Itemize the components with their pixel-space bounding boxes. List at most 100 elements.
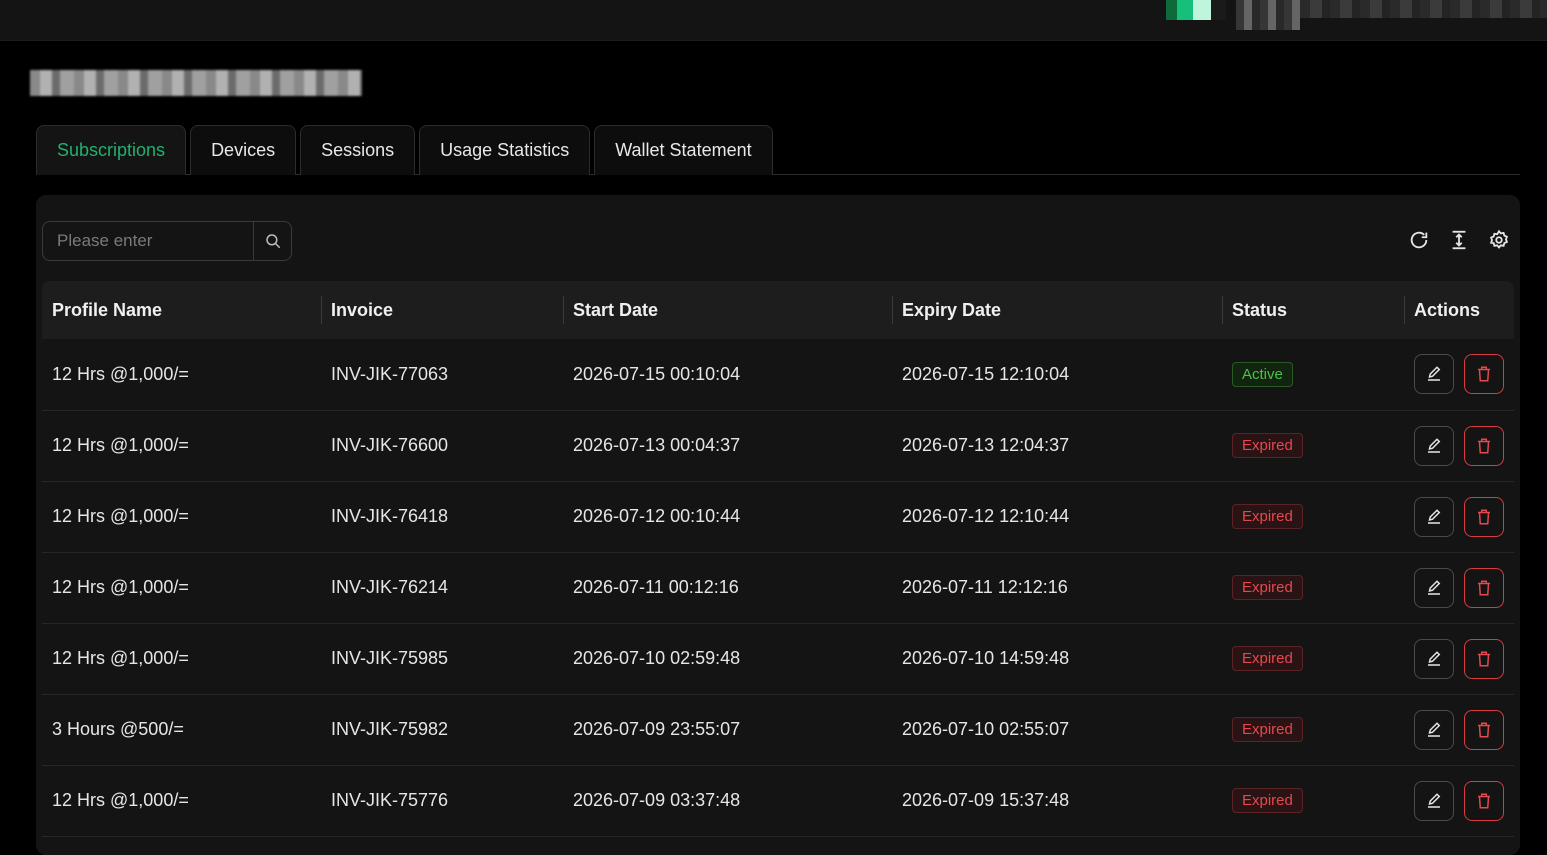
- cell-invoice: INV-JIK-76214: [321, 552, 563, 624]
- cell-actions: [1404, 623, 1514, 695]
- table-row[interactable]: 12 Hrs @1,000/= INV-JIK-75985 2026-07-10…: [42, 623, 1514, 695]
- trash-icon: [1478, 651, 1490, 666]
- delete-button[interactable]: [1464, 638, 1504, 679]
- cell-start-date: 2026-07-12 00:10:44: [563, 481, 892, 553]
- delete-button[interactable]: [1464, 496, 1504, 537]
- column-header-status[interactable]: Status: [1222, 281, 1404, 339]
- refresh-icon: [1410, 231, 1428, 249]
- delete-button[interactable]: [1464, 780, 1504, 821]
- subscriptions-panel: Profile Name Invoice Start Date Expiry D…: [36, 195, 1520, 855]
- status-badge: Expired: [1232, 433, 1303, 458]
- cell-status: Expired: [1222, 552, 1404, 624]
- edit-icon: [1428, 366, 1441, 381]
- edit-icon: [1428, 650, 1441, 666]
- trash-icon: [1478, 509, 1490, 524]
- edit-button[interactable]: [1414, 425, 1454, 466]
- edit-button[interactable]: [1414, 638, 1454, 679]
- status-badge: Expired: [1232, 646, 1303, 671]
- status-badge: Active: [1232, 361, 1293, 387]
- trash-icon: [1478, 580, 1490, 595]
- cell-actions: [1404, 339, 1514, 411]
- subscriptions-table: Profile Name Invoice Start Date Expiry D…: [42, 281, 1514, 837]
- tab-subscriptions[interactable]: Subscriptions: [36, 125, 187, 175]
- edit-icon: [1428, 792, 1441, 808]
- column-header-expiry-date[interactable]: Expiry Date: [892, 281, 1222, 339]
- cell-start-date: 2026-07-15 00:10:04: [563, 339, 892, 411]
- search-box: [42, 221, 292, 261]
- tab-devices[interactable]: Devices: [190, 125, 297, 175]
- cell-profile-name: 12 Hrs @1,000/=: [42, 410, 321, 482]
- table-toolbar: [1408, 229, 1510, 251]
- edit-button[interactable]: [1414, 354, 1454, 395]
- edit-button[interactable]: [1414, 496, 1454, 537]
- tab-sessions[interactable]: Sessions: [300, 125, 416, 175]
- trash-icon: [1478, 722, 1490, 737]
- table-row[interactable]: 12 Hrs @1,000/= INV-JIK-76418 2026-07-12…: [42, 481, 1514, 553]
- edit-button[interactable]: [1414, 709, 1454, 750]
- edit-button[interactable]: [1414, 780, 1454, 821]
- cell-profile-name: 12 Hrs @1,000/=: [42, 765, 321, 837]
- cell-status: Expired: [1222, 623, 1404, 695]
- column-header-start-date[interactable]: Start Date: [563, 281, 892, 339]
- cell-expiry-date: 2026-07-12 12:10:44: [892, 481, 1222, 553]
- cell-actions: [1404, 481, 1514, 553]
- cell-start-date: 2026-07-13 00:04:37: [563, 410, 892, 482]
- table-row[interactable]: 12 Hrs @1,000/= INV-JIK-75776 2026-07-09…: [42, 765, 1514, 837]
- cell-start-date: 2026-07-09 03:37:48: [563, 765, 892, 837]
- search-input[interactable]: [43, 222, 253, 260]
- cell-profile-name: 12 Hrs @1,000/=: [42, 552, 321, 624]
- delete-button[interactable]: [1464, 354, 1504, 395]
- settings-button[interactable]: [1488, 229, 1510, 251]
- settings-icon: [1489, 229, 1509, 249]
- delete-button[interactable]: [1464, 567, 1504, 608]
- cell-start-date: 2026-07-10 02:59:48: [563, 623, 892, 695]
- cell-expiry-date: 2026-07-11 12:12:16: [892, 552, 1222, 624]
- edit-icon: [1428, 579, 1441, 595]
- page-title-redacted: [30, 70, 362, 96]
- status-badge: Expired: [1232, 575, 1303, 600]
- edit-button[interactable]: [1414, 567, 1454, 608]
- edit-icon: [1428, 437, 1441, 453]
- cell-invoice: INV-JIK-76418: [321, 481, 563, 553]
- cell-actions: [1404, 552, 1514, 624]
- tab-wallet-statement[interactable]: Wallet Statement: [594, 125, 773, 175]
- search-button[interactable]: [253, 222, 291, 260]
- table-row[interactable]: 12 Hrs @1,000/= INV-JIK-77063 2026-07-15…: [42, 339, 1514, 411]
- cell-expiry-date: 2026-07-10 14:59:48: [892, 623, 1222, 695]
- cell-status: Active: [1222, 339, 1404, 411]
- cell-invoice: INV-JIK-75982: [321, 694, 563, 766]
- cell-profile-name: 12 Hrs @1,000/=: [42, 339, 321, 411]
- status-badge: Expired: [1232, 504, 1303, 529]
- edit-icon: [1428, 721, 1441, 737]
- column-header-profile-name[interactable]: Profile Name: [42, 281, 321, 339]
- trash-icon: [1478, 793, 1490, 808]
- cell-start-date: 2026-07-09 23:55:07: [563, 694, 892, 766]
- table-row[interactable]: 12 Hrs @1,000/= INV-JIK-76600 2026-07-13…: [42, 410, 1514, 482]
- tab-bar: Subscriptions Devices Sessions Usage Sta…: [36, 125, 1520, 175]
- cell-profile-name: 12 Hrs @1,000/=: [42, 623, 321, 695]
- user-name-redacted: [1300, 0, 1547, 18]
- trash-icon: [1478, 366, 1490, 382]
- cell-status: Expired: [1222, 694, 1404, 766]
- top-bar: [0, 0, 1547, 41]
- cell-profile-name: 3 Hours @500/=: [42, 694, 321, 766]
- app-logo[interactable]: [1166, 0, 1226, 20]
- tab-usage-statistics[interactable]: Usage Statistics: [419, 125, 591, 175]
- column-header-invoice[interactable]: Invoice: [321, 281, 563, 339]
- table-row[interactable]: 3 Hours @500/= INV-JIK-75982 2026-07-09 …: [42, 694, 1514, 766]
- cell-invoice: INV-JIK-75776: [321, 765, 563, 837]
- delete-button[interactable]: [1464, 425, 1504, 466]
- cell-start-date: 2026-07-11 00:12:16: [563, 552, 892, 624]
- refresh-button[interactable]: [1408, 229, 1430, 251]
- trash-icon: [1478, 438, 1490, 453]
- density-button[interactable]: [1448, 229, 1470, 251]
- cell-expiry-date: 2026-07-09 15:37:48: [892, 765, 1222, 837]
- cell-actions: [1404, 765, 1514, 837]
- cell-status: Expired: [1222, 410, 1404, 482]
- cell-status: Expired: [1222, 765, 1404, 837]
- table-row[interactable]: 12 Hrs @1,000/= INV-JIK-76214 2026-07-11…: [42, 552, 1514, 624]
- avatar[interactable]: [1236, 0, 1300, 30]
- status-badge: Expired: [1232, 788, 1303, 813]
- delete-button[interactable]: [1464, 709, 1504, 750]
- cell-expiry-date: 2026-07-13 12:04:37: [892, 410, 1222, 482]
